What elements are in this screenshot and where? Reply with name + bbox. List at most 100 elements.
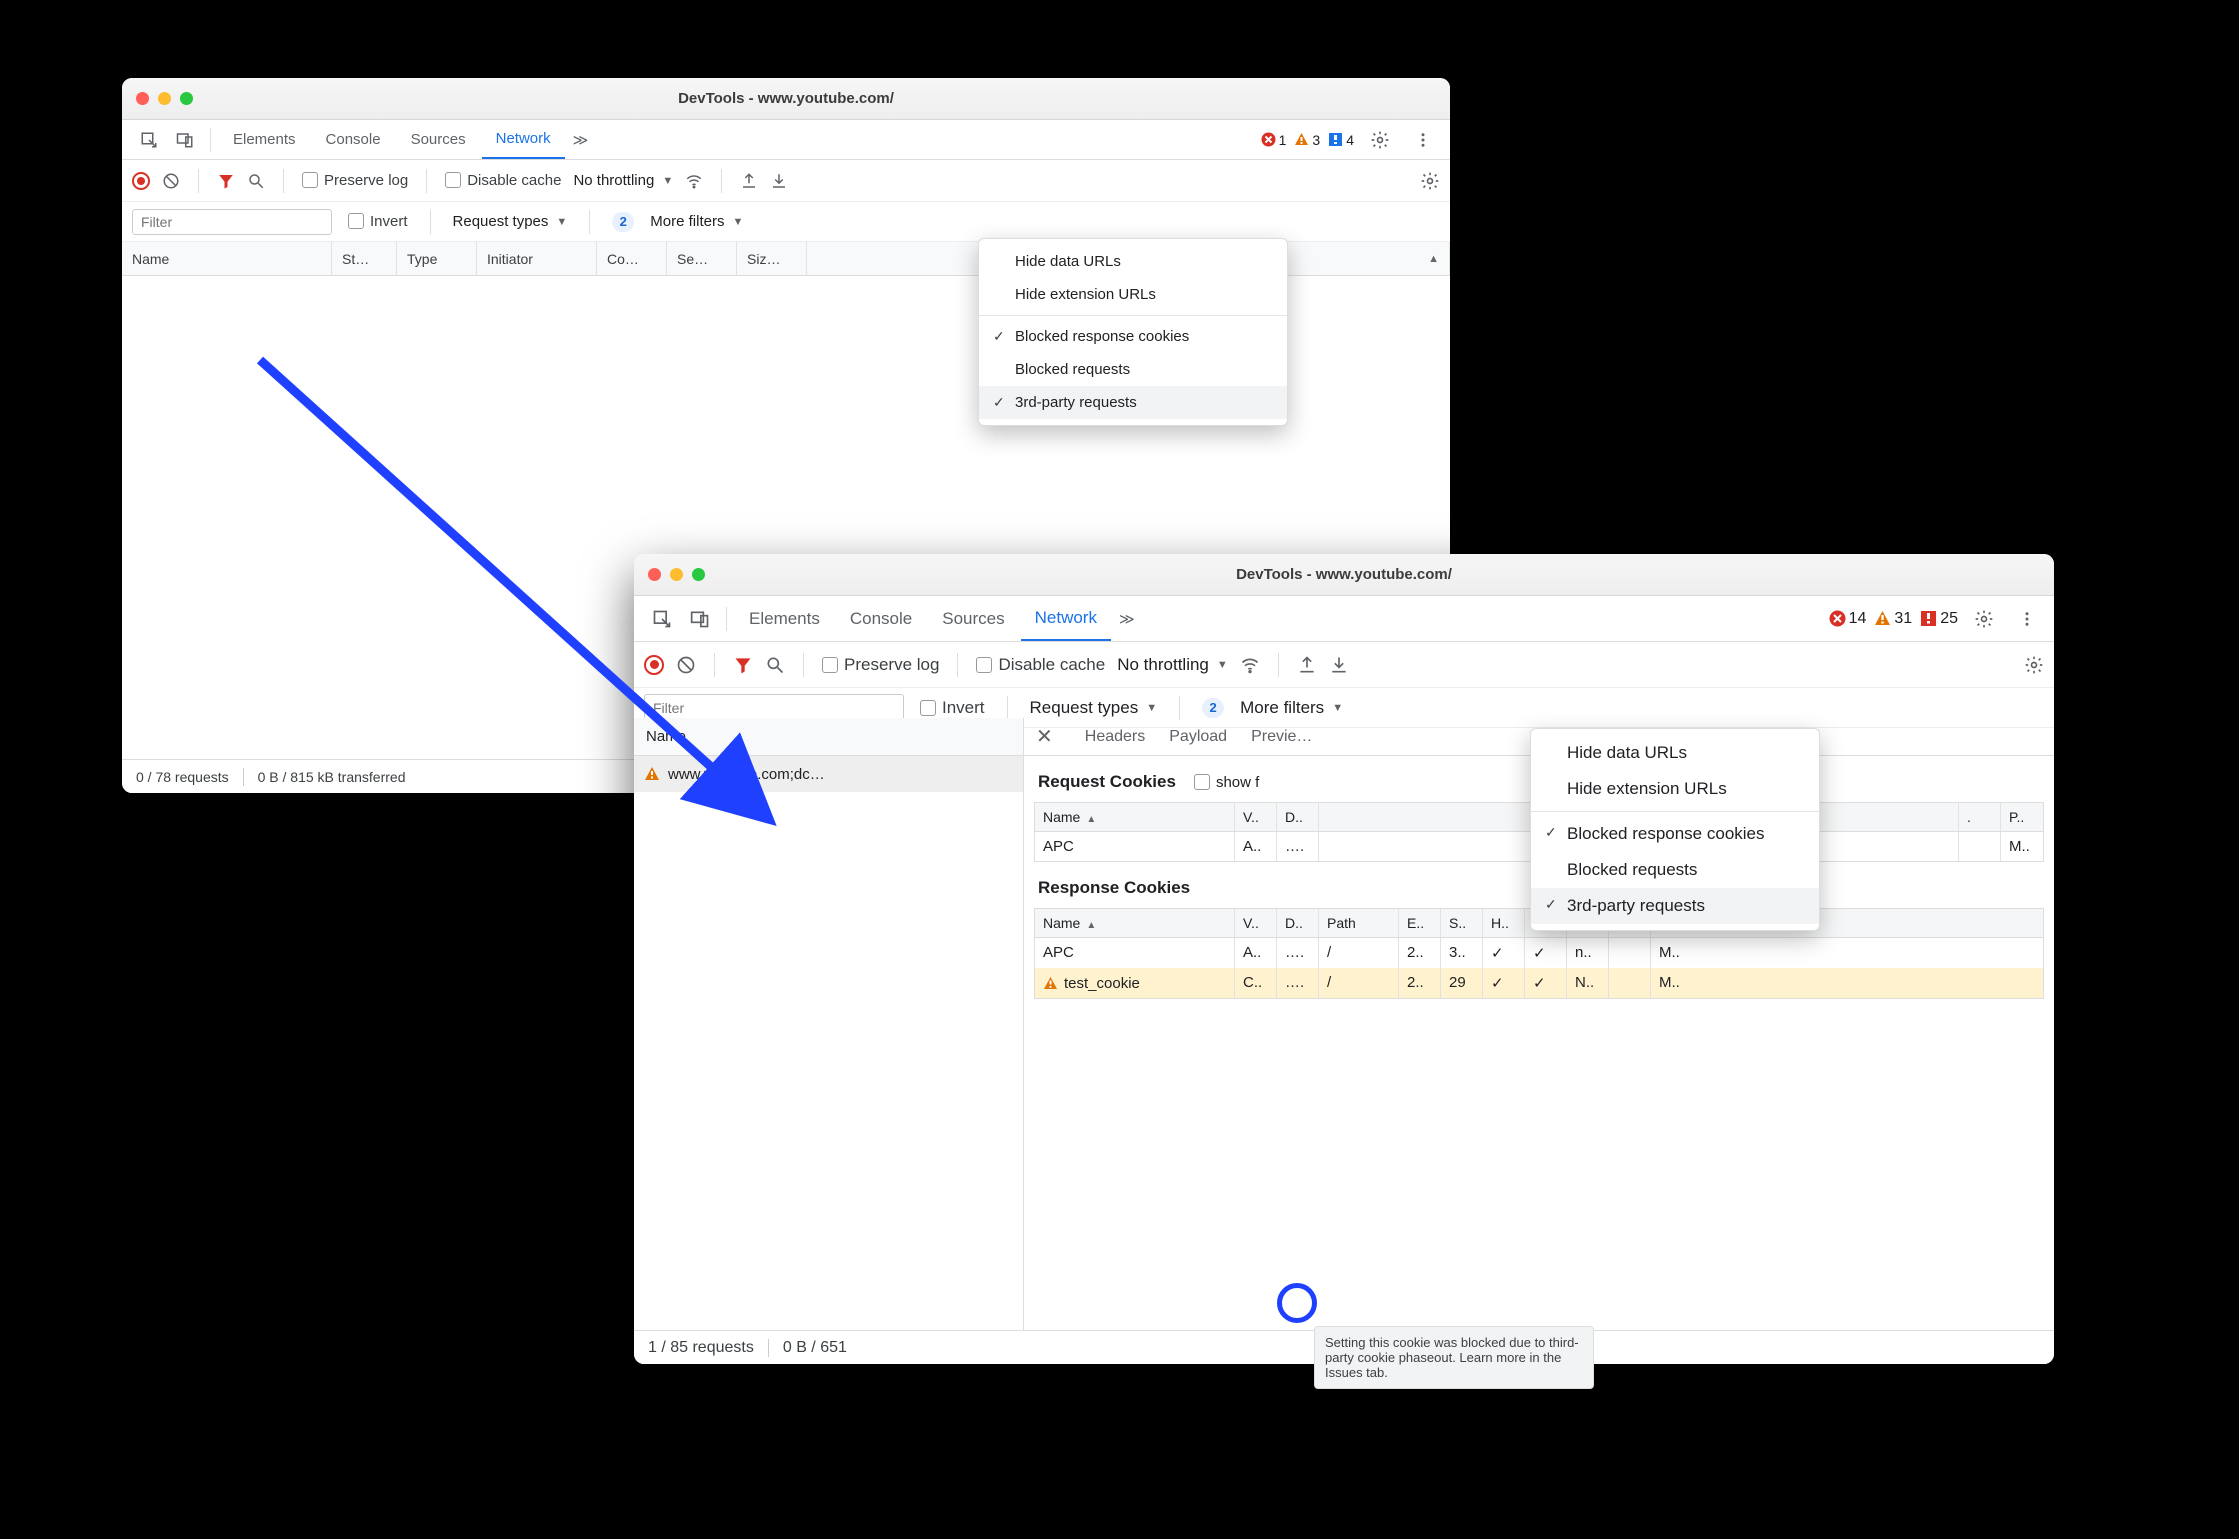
tab-sources[interactable]: Sources	[928, 596, 1018, 641]
gear-icon[interactable]	[1362, 126, 1398, 154]
search-icon[interactable]	[765, 655, 785, 675]
upload-icon[interactable]	[1297, 655, 1317, 675]
throttling-dropdown[interactable]: No throttling▼	[573, 172, 673, 189]
device-icon[interactable]	[682, 605, 718, 633]
error-count[interactable]: 14	[1829, 610, 1867, 628]
col-d[interactable]: D..	[1277, 909, 1319, 937]
tab-elements[interactable]: Elements	[735, 596, 834, 641]
kebab-icon[interactable]	[1406, 127, 1440, 153]
more-filters-count: 2	[1202, 698, 1224, 718]
device-icon[interactable]	[168, 127, 202, 153]
panel-tabstrip: Elements Console Sources Network ≫ 14 31…	[634, 596, 2054, 642]
upload-icon[interactable]	[740, 172, 758, 190]
more-tabs-icon[interactable]: ≫	[1113, 610, 1141, 628]
devtools-window-2: DevTools - www.youtube.com/ Elements Con…	[634, 554, 2054, 1364]
col-status[interactable]: St…	[332, 242, 397, 275]
menu-hide-data-urls[interactable]: Hide data URLs	[979, 245, 1287, 278]
disable-cache-checkbox[interactable]: Disable cache	[976, 655, 1105, 675]
request-types-dropdown[interactable]: Request types▼	[453, 213, 568, 230]
col-se[interactable]: Se…	[667, 242, 737, 275]
show-filtered-checkbox[interactable]: show f	[1194, 774, 1259, 791]
record-button[interactable]	[132, 172, 150, 190]
wifi-icon[interactable]	[685, 172, 703, 190]
menu-blocked-response-cookies[interactable]: Blocked response cookies	[979, 320, 1287, 353]
tab-console[interactable]: Console	[836, 596, 926, 641]
col-v[interactable]: V..	[1235, 803, 1277, 831]
clear-button[interactable]	[676, 655, 696, 675]
separator	[803, 653, 804, 677]
invert-checkbox[interactable]: Invert	[348, 213, 408, 230]
col-v[interactable]: V..	[1235, 909, 1277, 937]
cookie-row-blocked[interactable]: test_cookie C.. …. / 2.. 29 ✓ ✓ N.. M..	[1035, 968, 2043, 998]
col-name[interactable]: Name	[1035, 909, 1235, 937]
filter-funnel-icon[interactable]	[733, 655, 753, 675]
close-icon[interactable]: ✕	[1036, 724, 1053, 749]
more-tabs-icon[interactable]: ≫	[567, 131, 595, 149]
tab-network[interactable]: Network	[1021, 596, 1111, 641]
network-toolbar: Preserve log Disable cache No throttling…	[634, 642, 2054, 688]
col-co[interactable]: Co…	[597, 242, 667, 275]
error-count[interactable]: 1	[1261, 132, 1287, 148]
menu-hide-ext-urls[interactable]: Hide extension URLs	[979, 278, 1287, 311]
menu-blocked-requests[interactable]: Blocked requests	[979, 353, 1287, 386]
kebab-icon[interactable]	[2010, 606, 2044, 632]
tab-network[interactable]: Network	[482, 120, 565, 159]
menu-blocked-requests[interactable]: Blocked requests	[1531, 852, 1819, 888]
wifi-icon[interactable]	[1240, 655, 1260, 675]
warning-count[interactable]: 3	[1294, 132, 1320, 148]
download-icon[interactable]	[770, 172, 788, 190]
filter-funnel-icon[interactable]	[217, 172, 235, 190]
invert-checkbox[interactable]: Invert	[920, 698, 985, 718]
tab-preview[interactable]: Previe…	[1251, 728, 1312, 746]
throttling-dropdown[interactable]: No throttling▼	[1117, 655, 1228, 675]
tab-elements[interactable]: Elements	[219, 120, 310, 159]
col-name[interactable]: Name	[1035, 803, 1235, 831]
menu-blocked-response-cookies[interactable]: Blocked response cookies	[1531, 816, 1819, 852]
menu-3rd-party-requests[interactable]: 3rd-party requests	[979, 386, 1287, 419]
menu-hide-ext-urls[interactable]: Hide extension URLs	[1531, 771, 1819, 807]
tab-sources[interactable]: Sources	[397, 120, 480, 159]
separator	[768, 1339, 769, 1357]
preserve-log-checkbox[interactable]: Preserve log	[822, 655, 939, 675]
inspect-icon[interactable]	[644, 605, 680, 633]
menu-hide-data-urls[interactable]: Hide data URLs	[1531, 735, 1819, 771]
col-h[interactable]: H..	[1483, 909, 1525, 937]
more-filters-dropdown[interactable]: More filters▼	[650, 213, 743, 230]
col-e[interactable]: E..	[1399, 909, 1441, 937]
inspect-icon[interactable]	[132, 127, 166, 153]
col-siz[interactable]: Siz…	[737, 242, 807, 275]
tab-console[interactable]: Console	[312, 120, 395, 159]
warning-count[interactable]: 31	[1874, 610, 1912, 628]
col-p[interactable]: .	[1959, 803, 2001, 831]
col-path[interactable]: Path	[1319, 909, 1399, 937]
col-name[interactable]: Name	[122, 242, 332, 275]
col-pr[interactable]: P..	[2001, 803, 2043, 831]
preserve-log-checkbox[interactable]: Preserve log	[302, 172, 408, 189]
request-row[interactable]: www.youtube.com;dc…	[634, 756, 1023, 792]
more-filters-dropdown[interactable]: More filters▼	[1240, 698, 1343, 718]
search-icon[interactable]	[247, 172, 265, 190]
issues-count[interactable]: 25	[1920, 610, 1958, 628]
gear-icon[interactable]	[1966, 605, 2002, 633]
menu-3rd-party-requests[interactable]: 3rd-party requests	[1531, 888, 1819, 924]
network-settings-gear-icon[interactable]	[1420, 171, 1440, 191]
clear-button[interactable]	[162, 172, 180, 190]
issues-count[interactable]: 4	[1328, 132, 1354, 148]
cookie-row[interactable]: APC A.. …. / 2.. 3.. ✓ ✓ n.. M..	[1035, 938, 2043, 968]
tab-payload[interactable]: Payload	[1169, 728, 1227, 746]
status-transferred: 0 B / 651	[783, 1339, 847, 1357]
request-types-dropdown[interactable]: Request types▼	[1030, 698, 1158, 718]
disable-cache-checkbox[interactable]: Disable cache	[445, 172, 561, 189]
filter-input[interactable]	[132, 209, 332, 235]
col-s[interactable]: S..	[1441, 909, 1483, 937]
col-d[interactable]: D..	[1277, 803, 1319, 831]
separator	[1179, 696, 1180, 720]
tab-headers[interactable]: Headers	[1085, 728, 1145, 746]
warning-icon	[1043, 976, 1058, 991]
network-settings-gear-icon[interactable]	[2024, 655, 2044, 675]
download-icon[interactable]	[1329, 655, 1349, 675]
col-type[interactable]: Type	[397, 242, 477, 275]
col-initiator[interactable]: Initiator	[477, 242, 597, 275]
record-button[interactable]	[644, 655, 664, 675]
name-column-header[interactable]: Name	[634, 718, 1023, 756]
